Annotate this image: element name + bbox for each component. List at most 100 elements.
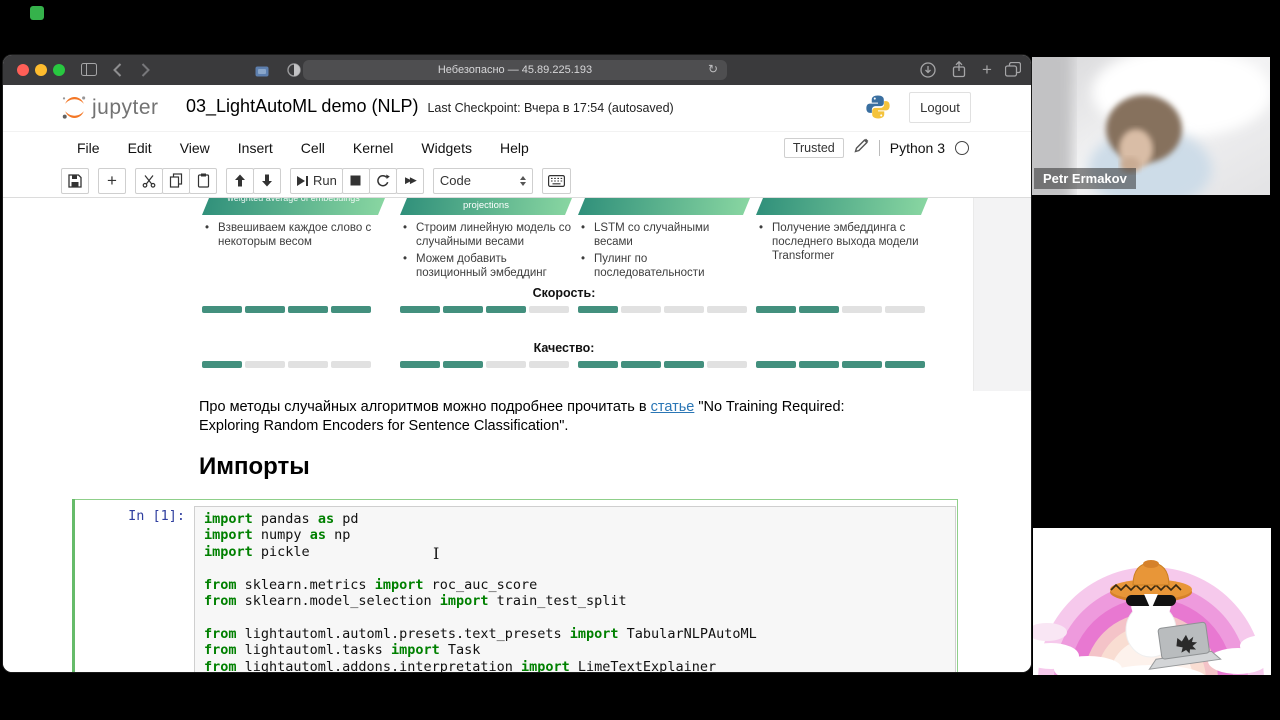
paragraph-text: Про методы случайных алгоритмов можно по… (199, 398, 651, 415)
browser-titlebar: Небезопасно — 45.89.225.193 ↻ + (3, 55, 1031, 85)
speed-label: Скорость: (532, 286, 596, 300)
code-line[interactable]: from lightautoml.automl.presets.text_pre… (204, 626, 951, 642)
cell-type-dropdown[interactable]: Code (432, 167, 533, 194)
rating-segment-filled (202, 361, 242, 368)
article-link[interactable]: статье (651, 399, 695, 415)
interrupt-kernel-button[interactable] (341, 167, 370, 194)
slide-column-1: weighted average of embeddings Взвешиваем… (202, 198, 385, 252)
forward-icon[interactable] (141, 63, 150, 82)
code-line[interactable]: from lightautoml.tasks import Task (204, 642, 951, 658)
restart-kernel-button[interactable] (368, 167, 397, 194)
rating-segment-filled (245, 306, 285, 313)
rating-segment-filled (799, 361, 839, 368)
kernel-name: Python 3 (889, 140, 945, 156)
rating-segment-filled (443, 306, 483, 313)
dropdown-stepper-icon (519, 175, 526, 186)
rating-segment-empty (885, 306, 925, 313)
slide-banner (578, 198, 750, 215)
rating-segment-filled (799, 306, 839, 313)
menu-widgets[interactable]: Widgets (407, 137, 486, 159)
zoom-window-button[interactable] (53, 64, 65, 76)
rating-segment-empty (707, 361, 747, 368)
slide-bullet-list: Строим линейную модель со случайными вес… (400, 221, 572, 280)
participant-name-badge: Petr Ermakov (1034, 168, 1136, 189)
privacy-report-icon[interactable] (255, 64, 269, 82)
rating-segment-filled (664, 361, 704, 368)
slide-bullet-list: LSTM со случайными весами Пулинг по после… (578, 221, 750, 280)
close-window-button[interactable] (17, 64, 29, 76)
notebook-header: jupyter 03_LightAutoML demo (NLP) Last Ch… (3, 85, 1031, 198)
code-line[interactable]: import numpy as np (204, 527, 951, 543)
paste-cell-button[interactable] (189, 167, 217, 194)
tab-overview-icon[interactable] (1004, 61, 1022, 82)
reader-contrast-icon[interactable] (287, 63, 301, 82)
sidebar-toggle-icon[interactable] (81, 63, 97, 81)
restart-run-all-button[interactable]: ▶▶ (395, 167, 424, 194)
menu-kernel[interactable]: Kernel (339, 137, 407, 159)
add-cell-button[interactable]: + (98, 167, 126, 194)
downloads-icon[interactable] (920, 62, 936, 83)
move-cell-down-button[interactable] (253, 167, 281, 194)
cell-prompt: In [1]: (128, 508, 185, 524)
notebook-title[interactable]: 03_LightAutoML demo (NLP) Last Checkpoint… (186, 96, 674, 117)
code-line[interactable] (204, 609, 951, 625)
trusted-badge[interactable]: Trusted (783, 138, 844, 158)
kernel-status-area: Trusted Python 3 (783, 132, 969, 164)
share-icon[interactable] (952, 60, 966, 83)
slide-column-3: LSTM со случайными весами Пулинг по после… (578, 198, 750, 283)
python-logo-icon (865, 94, 891, 125)
copy-cell-button[interactable] (162, 167, 190, 194)
command-palette-button[interactable] (541, 167, 571, 194)
rating-segment-empty (331, 361, 371, 368)
menu-view[interactable]: View (166, 137, 224, 159)
back-icon[interactable] (113, 63, 122, 82)
code-lines: import pandas as pd import numpy as np imp… (204, 511, 951, 672)
menu-edit[interactable]: Edit (114, 137, 166, 159)
code-line[interactable]: from lightautoml.addons.interpretation i… (204, 659, 951, 672)
menu-file[interactable]: File (63, 137, 114, 159)
rating-segment-filled (621, 361, 661, 368)
code-line[interactable]: import pandas as pd (204, 511, 951, 527)
slide-bullet: Можем добавить позиционный эмбеддинг (400, 252, 572, 280)
text-cursor-icon: I (433, 544, 440, 563)
save-button[interactable] (61, 167, 89, 194)
rating-segment-empty (842, 306, 882, 313)
menu-bar-items: File Edit View Insert Cell Kernel Widgets Help (63, 137, 543, 159)
menu-insert[interactable]: Insert (224, 137, 287, 159)
slide-bullet-list: Получение эмбеддинга с последнего выхода… (756, 221, 928, 263)
edit-title-pencil-icon[interactable] (854, 138, 869, 158)
webcam-video: Petr Ermakov (1032, 57, 1270, 195)
move-cell-up-button[interactable] (226, 167, 254, 194)
speed-rating-row (3, 306, 1031, 314)
rating-segment-filled (842, 361, 882, 368)
address-bar[interactable]: Небезопасно — 45.89.225.193 ↻ (303, 60, 727, 80)
jupyter-logo-icon (62, 96, 86, 119)
menu-help[interactable]: Help (486, 137, 543, 159)
new-tab-icon[interactable]: + (982, 61, 992, 78)
run-cell-button[interactable]: Run (290, 167, 343, 194)
code-cell[interactable]: In [1]: import pandas as pd import numpy … (72, 499, 958, 672)
checkpoint-status: Last Checkpoint: Вчера в 17:54 (autosave… (427, 101, 674, 115)
menu-cell[interactable]: Cell (287, 137, 339, 159)
quality-label: Качество: (533, 341, 595, 355)
divider (878, 140, 880, 156)
minimize-window-button[interactable] (35, 64, 47, 76)
rating-group (400, 306, 569, 313)
reload-icon[interactable]: ↻ (708, 62, 718, 76)
rating-segment-empty (245, 361, 285, 368)
rating-group (202, 306, 371, 313)
code-line[interactable]: import pickle (204, 544, 951, 560)
selected-cell-accent (72, 499, 75, 672)
code-editor[interactable]: import pandas as pd import numpy as np imp… (194, 506, 956, 672)
cut-cell-button[interactable] (135, 167, 163, 194)
code-line[interactable]: from sklearn.model_selection import trai… (204, 593, 951, 609)
rating-segment-filled (202, 306, 242, 313)
code-line[interactable] (204, 560, 951, 576)
rating-segment-filled (400, 361, 440, 368)
logout-button[interactable]: Logout (909, 92, 971, 123)
screen: Небезопасно — 45.89.225.193 ↻ + jupyter … (0, 0, 1280, 720)
screen-share-indicator-icon (30, 6, 44, 20)
code-line[interactable]: from sklearn.metrics import roc_auc_scor… (204, 577, 951, 593)
kernel-idle-icon (955, 141, 969, 155)
jupyter-logo[interactable]: jupyter (61, 94, 159, 121)
